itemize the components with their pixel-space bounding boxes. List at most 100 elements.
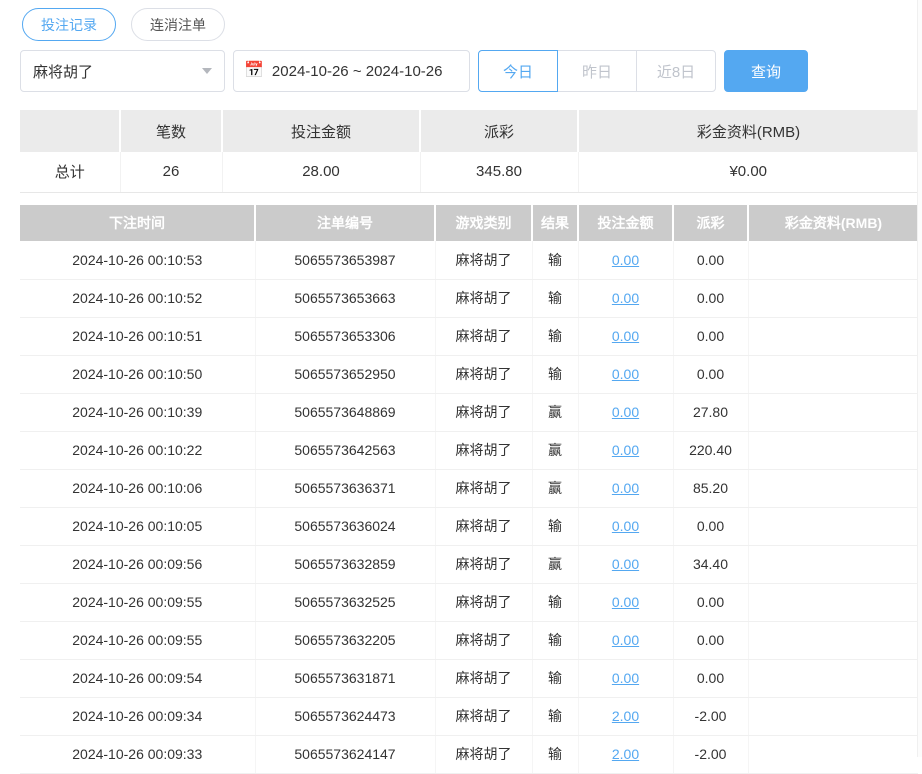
cell-bet-time: 2024-10-26 00:10:53 [20, 241, 256, 280]
yesterday-button[interactable]: 昨日 [557, 50, 637, 92]
cell-bonus [748, 621, 918, 660]
summary-header-count: 笔数 [120, 110, 223, 152]
cell-bonus [748, 735, 918, 774]
table-row: 2024-10-26 00:10:51 5065573653306 麻将胡了 输… [20, 317, 918, 356]
summary-table: 笔数 投注金额 派彩 彩金资料(RMB) 总计 26 28.00 345.80 … [20, 110, 918, 193]
table-row: 2024-10-26 00:10:50 5065573652950 麻将胡了 输… [20, 355, 918, 394]
col-header-result: 结果 [532, 205, 579, 241]
bet-amount-link[interactable]: 0.00 [612, 480, 639, 496]
cell-result: 赢 [532, 431, 579, 470]
table-row: 2024-10-26 00:09:56 5065573632859 麻将胡了 赢… [20, 545, 918, 584]
query-button[interactable]: 查询 [724, 50, 808, 92]
table-row: 2024-10-26 00:10:39 5065573648869 麻将胡了 赢… [20, 393, 918, 432]
bet-amount-link[interactable]: 0.00 [612, 442, 639, 458]
cell-payout: 0.00 [673, 317, 749, 356]
cell-game-type: 麻将胡了 [435, 697, 533, 736]
cell-game-type: 麻将胡了 [435, 279, 533, 318]
tab-bet-records[interactable]: 投注记录 [22, 8, 116, 41]
summary-total-label: 总计 [20, 152, 121, 193]
tab-bet-records-label: 投注记录 [41, 16, 97, 33]
last-8-days-button[interactable]: 近8日 [636, 50, 716, 92]
cell-bonus [748, 241, 918, 280]
cell-order-number: 5065573648869 [255, 393, 436, 432]
table-row: 2024-10-26 00:09:33 5065573624147 麻将胡了 输… [20, 735, 918, 774]
bet-amount-link[interactable]: 2.00 [612, 708, 639, 724]
cell-bet-time: 2024-10-26 00:09:54 [20, 659, 256, 698]
table-row: 2024-10-26 00:09:34 5065573624473 麻将胡了 输… [20, 697, 918, 736]
cell-order-number: 5065573636024 [255, 507, 436, 546]
cell-bet-amount: 0.00 [578, 621, 674, 660]
summary-header-bet-amount: 投注金额 [222, 110, 421, 152]
cell-result: 赢 [532, 393, 579, 432]
bet-amount-link[interactable]: 0.00 [612, 632, 639, 648]
cell-bet-amount: 0.00 [578, 317, 674, 356]
bet-amount-link[interactable]: 0.00 [612, 252, 639, 268]
col-header-order-number: 注单编号 [255, 205, 436, 241]
cell-bet-amount: 0.00 [578, 355, 674, 394]
cell-bonus [748, 697, 918, 736]
cell-bet-amount: 0.00 [578, 583, 674, 622]
cell-result: 输 [532, 659, 579, 698]
bet-amount-link[interactable]: 2.00 [612, 746, 639, 762]
cell-payout: 220.40 [673, 431, 749, 470]
cell-bonus [748, 659, 918, 698]
filter-bar: 麻将胡了 📅 2024-10-26 ~ 2024-10-26 今日 昨日 近8日… [20, 50, 918, 92]
cell-payout: 27.80 [673, 393, 749, 432]
col-header-game-type: 游戏类别 [435, 205, 533, 241]
calendar-icon: 📅 [244, 62, 264, 79]
cell-order-number: 5065573632205 [255, 621, 436, 660]
col-header-payout: 派彩 [673, 205, 749, 241]
cell-result: 输 [532, 241, 579, 280]
cell-result: 输 [532, 355, 579, 394]
bet-amount-link[interactable]: 0.00 [612, 366, 639, 382]
game-type-select[interactable]: 麻将胡了 [20, 50, 225, 92]
cell-result: 输 [532, 279, 579, 318]
cell-bet-amount: 0.00 [578, 659, 674, 698]
summary-header-empty [20, 110, 121, 152]
cell-result: 输 [532, 583, 579, 622]
bet-amount-link[interactable]: 0.00 [612, 518, 639, 534]
cell-game-type: 麻将胡了 [435, 317, 533, 356]
cell-result: 输 [532, 697, 579, 736]
bet-amount-link[interactable]: 0.00 [612, 594, 639, 610]
cell-order-number: 5065573624147 [255, 735, 436, 774]
cell-bet-amount: 0.00 [578, 393, 674, 432]
bet-amount-link[interactable]: 0.00 [612, 290, 639, 306]
cell-game-type: 麻将胡了 [435, 659, 533, 698]
top-tabs: 投注记录 连消注单 [22, 8, 225, 41]
cell-game-type: 麻将胡了 [435, 469, 533, 508]
bet-table-header-row: 下注时间 注单编号 游戏类别 结果 投注金额 派彩 彩金资料(RMB) [20, 205, 918, 241]
chevron-down-icon [202, 68, 212, 74]
summary-total-count: 26 [120, 152, 223, 193]
cell-bet-amount: 0.00 [578, 241, 674, 280]
cell-result: 输 [532, 317, 579, 356]
today-button[interactable]: 今日 [478, 50, 558, 92]
table-row: 2024-10-26 00:10:06 5065573636371 麻将胡了 赢… [20, 469, 918, 508]
cell-game-type: 麻将胡了 [435, 431, 533, 470]
bet-amount-link[interactable]: 0.00 [612, 328, 639, 344]
cell-bet-time: 2024-10-26 00:09:34 [20, 697, 256, 736]
cell-bonus [748, 431, 918, 470]
tab-cancelled-orders[interactable]: 连消注单 [131, 8, 225, 41]
date-range-picker[interactable]: 📅 2024-10-26 ~ 2024-10-26 [233, 50, 470, 92]
cell-payout: 0.00 [673, 621, 749, 660]
cell-result: 输 [532, 735, 579, 774]
cell-bonus [748, 279, 918, 318]
bet-amount-link[interactable]: 0.00 [612, 556, 639, 572]
table-row: 2024-10-26 00:10:22 5065573642563 麻将胡了 赢… [20, 431, 918, 470]
cell-payout: -2.00 [673, 697, 749, 736]
table-row: 2024-10-26 00:09:55 5065573632525 麻将胡了 输… [20, 583, 918, 622]
cell-game-type: 麻将胡了 [435, 507, 533, 546]
summary-total-bet-amount: 28.00 [222, 152, 421, 193]
summary-total-payout: 345.80 [420, 152, 579, 193]
cell-bet-amount: 2.00 [578, 735, 674, 774]
bet-amount-link[interactable]: 0.00 [612, 404, 639, 420]
bet-amount-link[interactable]: 0.00 [612, 670, 639, 686]
cell-order-number: 5065573632859 [255, 545, 436, 584]
vertical-scrollbar[interactable] [917, 0, 922, 757]
cell-order-number: 5065573652950 [255, 355, 436, 394]
cell-order-number: 5065573631871 [255, 659, 436, 698]
cell-payout: 0.00 [673, 507, 749, 546]
cell-game-type: 麻将胡了 [435, 621, 533, 660]
cell-bet-time: 2024-10-26 00:10:06 [20, 469, 256, 508]
